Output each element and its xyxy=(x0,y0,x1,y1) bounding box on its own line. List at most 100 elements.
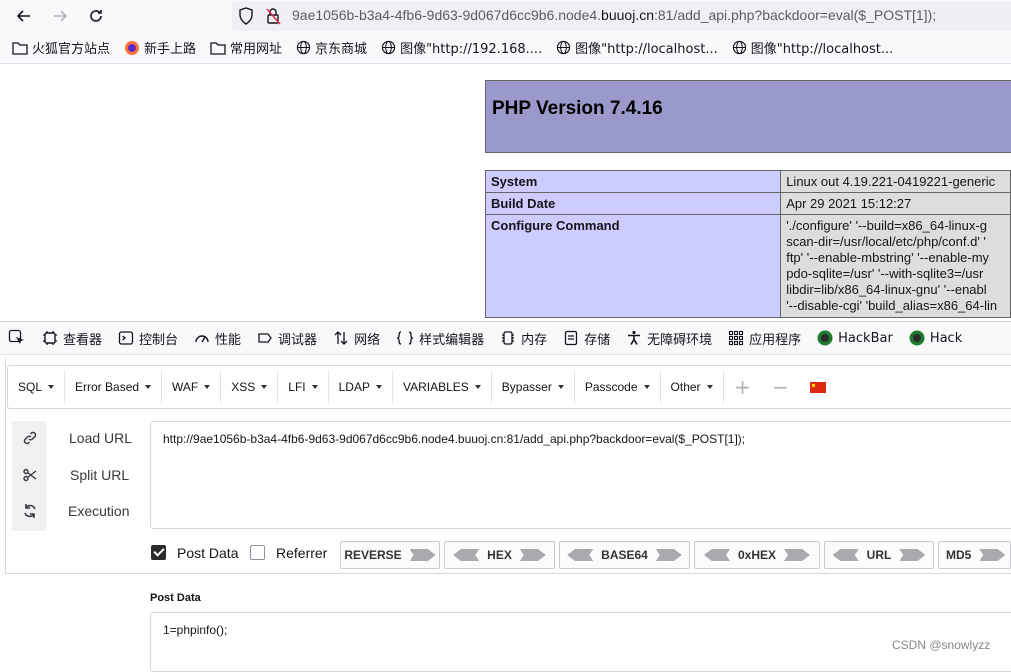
tab-debugger[interactable]: 调试器 xyxy=(249,322,325,354)
element-picker-button[interactable] xyxy=(0,322,34,354)
caret-down-icon xyxy=(48,385,55,389)
bookmark-label: 京东商城 xyxy=(315,42,368,57)
minus-icon[interactable]: − xyxy=(762,375,800,399)
arrow-right-icon xyxy=(655,549,682,561)
back-button[interactable] xyxy=(12,4,36,28)
url-button[interactable]: URL xyxy=(824,541,934,569)
menu-label: XSS xyxy=(231,380,256,394)
application-icon xyxy=(729,330,744,346)
post-data-checkbox[interactable] xyxy=(151,545,166,560)
bookmark-item[interactable]: 火狐官方站点 xyxy=(12,38,110,57)
tab-console[interactable]: 控制台 xyxy=(110,322,186,354)
hackbar-url-input[interactable]: http://9ae1056b-b3a4-4fb6-9d63-9d067d6cc… xyxy=(150,421,1011,529)
bookmark-item[interactable]: 图像"http://localhost... xyxy=(556,38,718,57)
tab-hackbar-2[interactable]: Hack xyxy=(901,322,970,354)
caret-down-icon xyxy=(643,385,650,389)
menu-bypasser[interactable]: Bypasser xyxy=(492,370,575,404)
post-data-section-title: Post Data xyxy=(150,592,201,604)
arrow-right-icon xyxy=(979,549,1006,561)
tab-accessibility[interactable]: 无障碍环境 xyxy=(618,322,720,354)
menu-waf[interactable]: WAF xyxy=(162,370,222,404)
tracking-shield-icon[interactable] xyxy=(238,7,254,29)
encoder-label: BASE64 xyxy=(601,548,648,562)
row-value: './configure' '--build=x86_64-linux-g sc… xyxy=(780,214,1011,318)
encoder-label: MD5 xyxy=(946,548,972,562)
tab-style-editor[interactable]: 样式编辑器 xyxy=(388,322,492,354)
bookmark-label: 常用网址 xyxy=(230,42,283,57)
configure-line: pdo-sqlite=/usr' '--with-sqlite3=/usr xyxy=(786,266,984,281)
tab-label: 性能 xyxy=(215,332,242,348)
menu-passcode[interactable]: Passcode xyxy=(575,370,661,404)
encoder-label: URL xyxy=(866,548,892,562)
menu-lfi[interactable]: LFI xyxy=(278,370,329,404)
bookmark-item[interactable]: 图像"http://192.168.... xyxy=(381,38,542,57)
panel-divider xyxy=(5,573,1011,574)
caret-down-icon xyxy=(204,385,211,389)
table-row: System Linux out 4.19.221-0419221-generi… xyxy=(484,170,1011,193)
phpinfo-table: System Linux out 4.19.221-0419221-generi… xyxy=(484,170,1011,318)
md5-button[interactable]: MD5 xyxy=(938,541,1011,569)
console-icon xyxy=(118,331,134,345)
caret-down-icon xyxy=(706,385,713,389)
bookmark-item[interactable]: 新手上路 xyxy=(124,38,196,57)
forward-button[interactable] xyxy=(48,4,72,28)
tab-label: 内存 xyxy=(521,332,548,348)
globe-icon xyxy=(732,40,746,55)
tab-performance[interactable]: 性能 xyxy=(186,322,249,354)
arrow-right-icon xyxy=(784,549,811,561)
globe-icon xyxy=(296,40,311,55)
caret-down-icon xyxy=(557,385,564,389)
menu-error-based[interactable]: Error Based xyxy=(65,370,163,404)
hex-button[interactable]: HEX xyxy=(444,541,555,569)
tab-inspector[interactable]: 查看器 xyxy=(34,322,110,354)
execution-button[interactable]: Execution xyxy=(68,503,129,519)
caret-down-icon xyxy=(375,385,382,389)
split-url-button[interactable]: Split URL xyxy=(70,467,129,483)
menu-ldap[interactable]: LDAP xyxy=(329,370,393,404)
url-prefix: 9ae1056b-b3a4-4fb6-9d63-9d067d6cc9b6.nod… xyxy=(292,7,602,23)
tab-label: 查看器 xyxy=(63,332,103,348)
china-flag-icon[interactable] xyxy=(809,381,826,393)
scissors-icon[interactable] xyxy=(21,466,39,484)
plus-icon[interactable]: + xyxy=(724,375,762,399)
base64-button[interactable]: BASE64 xyxy=(559,541,690,569)
encoder-label: HEX xyxy=(487,548,512,562)
debugger-icon xyxy=(258,333,272,343)
referrer-checkbox[interactable] xyxy=(250,545,265,560)
arrow-right-icon xyxy=(409,549,436,561)
tab-label: 控制台 xyxy=(139,332,179,348)
tab-label: 样式编辑器 xyxy=(419,332,485,348)
tab-label: 存储 xyxy=(584,332,611,348)
menu-xss[interactable]: XSS xyxy=(221,370,279,404)
tab-application[interactable]: 应用程序 xyxy=(720,322,809,354)
caret-down-icon xyxy=(145,385,152,389)
0xhex-button[interactable]: 0xHEX xyxy=(694,541,820,569)
tab-hackbar[interactable]: HackBar xyxy=(809,322,901,354)
tab-network[interactable]: 网络 xyxy=(325,322,388,354)
reload-button[interactable] xyxy=(84,4,108,28)
inspector-icon xyxy=(43,331,57,345)
menu-sql[interactable]: SQL xyxy=(8,370,66,404)
caret-down-icon xyxy=(311,385,318,389)
bookmark-item[interactable]: 京东商城 xyxy=(296,38,367,57)
bookmark-label: 图像"http://localhost... xyxy=(575,42,718,57)
bookmark-label: 新手上路 xyxy=(144,42,197,57)
network-icon xyxy=(334,331,348,345)
address-bar[interactable]: 9ae1056b-b3a4-4fb6-9d63-9d067d6cc9b6.nod… xyxy=(232,1,1011,31)
bookmark-item[interactable]: 图像"http://localhost... xyxy=(732,38,893,57)
tab-memory[interactable]: 内存 xyxy=(492,322,555,354)
bookmark-item[interactable]: 常用网址 xyxy=(210,38,282,57)
menu-variables[interactable]: VARIABLES xyxy=(393,370,492,404)
reverse-button[interactable]: REVERSE xyxy=(340,541,440,569)
url-domain: buuoj.cn xyxy=(601,7,654,23)
link-icon[interactable] xyxy=(21,429,39,447)
refresh-icon[interactable] xyxy=(21,502,39,520)
url-text[interactable]: 9ae1056b-b3a4-4fb6-9d63-9d067d6cc9b6.nod… xyxy=(292,7,936,23)
menu-other[interactable]: Other xyxy=(661,370,724,404)
insecure-lock-icon[interactable] xyxy=(265,7,281,29)
tab-storage[interactable]: 存储 xyxy=(555,322,618,354)
load-url-button[interactable]: Load URL xyxy=(69,430,132,446)
arrow-left-icon xyxy=(832,549,859,561)
post-data-input[interactable]: 1=phpinfo(); xyxy=(150,612,1011,672)
encoder-label: REVERSE xyxy=(344,548,402,562)
